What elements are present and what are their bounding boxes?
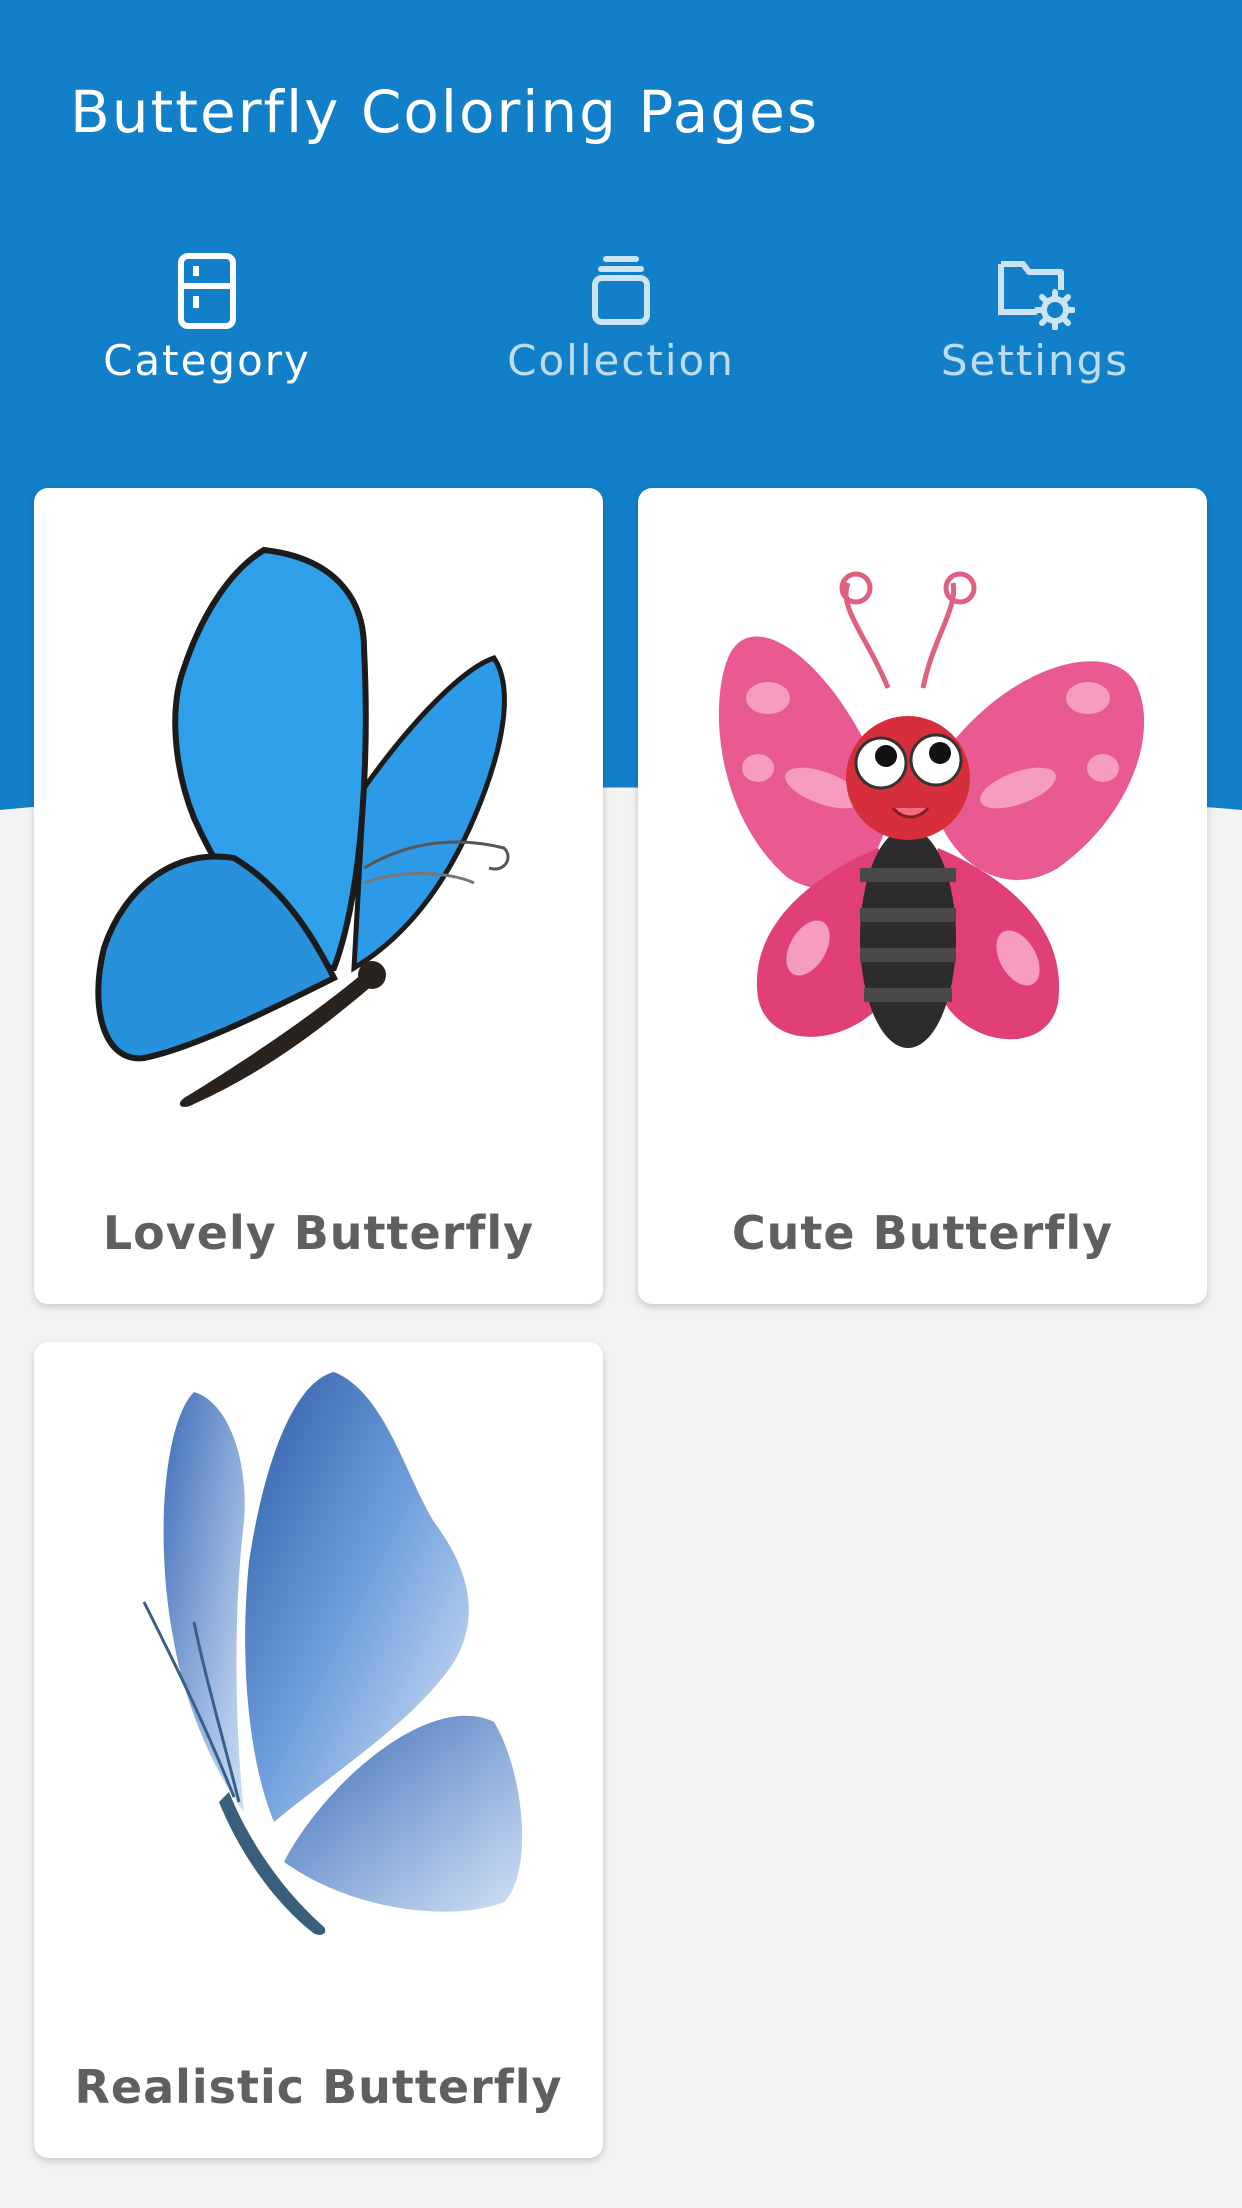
stack-icon xyxy=(592,256,650,325)
tab-collection-label: Collection xyxy=(507,336,735,385)
category-card-cute[interactable]: Cute Butterfly xyxy=(638,488,1207,1304)
category-card-label: Cute Butterfly xyxy=(731,1206,1114,1260)
folder-gear-icon xyxy=(998,261,1075,330)
tab-settings[interactable]: Settings xyxy=(828,250,1242,400)
pink-butterfly-image xyxy=(718,571,1145,1048)
tab-collection[interactable]: Collection xyxy=(414,250,828,400)
tab-bar: Category Collection Settings xyxy=(0,250,1242,400)
app-title: Butterfly Coloring Pages xyxy=(70,78,820,146)
category-card-lovely[interactable]: Lovely Butterfly xyxy=(34,488,603,1304)
tab-category[interactable]: Category xyxy=(0,250,414,400)
category-card-label: Realistic Butterfly xyxy=(74,2060,563,2114)
blue-butterfly-image xyxy=(95,546,510,1107)
tab-settings-label: Settings xyxy=(940,336,1130,385)
category-card-label: Lovely Butterfly xyxy=(102,1206,535,1260)
cabinet-icon xyxy=(178,253,236,329)
tab-category-label: Category xyxy=(103,336,311,385)
category-card-realistic[interactable]: Realistic Butterfly xyxy=(34,1342,603,2158)
watercolor-butterfly-image xyxy=(142,1372,523,1935)
